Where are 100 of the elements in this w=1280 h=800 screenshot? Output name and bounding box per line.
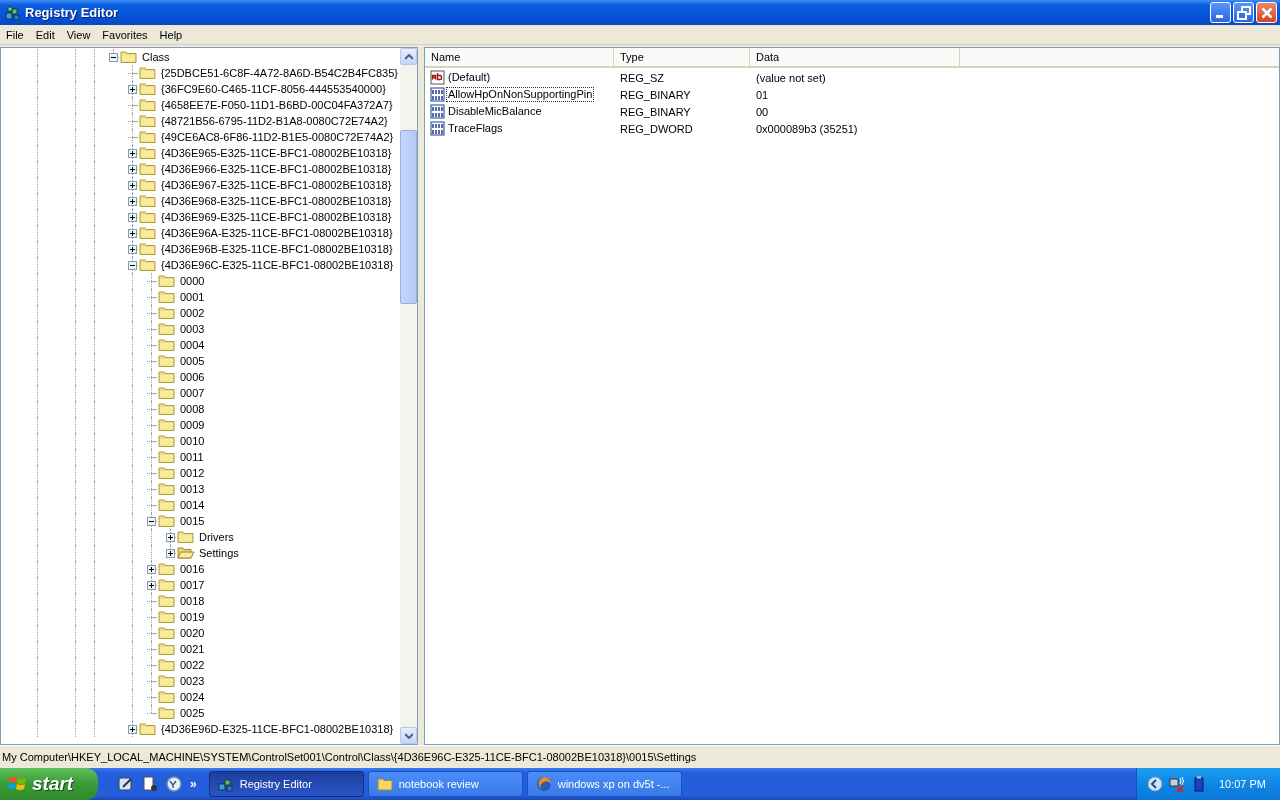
tree-item[interactable]: {4D36E96C-E325-11CE-BFC1-08002BE10318} (159, 258, 396, 272)
chevron-left-icon[interactable] (1146, 776, 1163, 792)
tree-item[interactable]: {4D36E96D-E325-11CE-BFC1-08002BE10318} (159, 722, 396, 736)
tree-item[interactable]: 0022 (178, 658, 207, 672)
quick-launch-chevron[interactable]: » (190, 777, 197, 791)
tree-item[interactable]: 0006 (178, 370, 207, 384)
expand-box[interactable] (128, 148, 137, 158)
column-header[interactable]: Name (425, 48, 614, 66)
tree-item[interactable]: Settings (197, 546, 241, 560)
tree-item[interactable]: 0004 (178, 338, 207, 352)
taskbar-button[interactable]: windows xp on dv5t -... (526, 771, 682, 797)
close-button[interactable] (1256, 2, 1277, 23)
expand-box[interactable] (128, 244, 137, 254)
value-data: 00 (755, 105, 770, 118)
start-button[interactable]: start (0, 768, 98, 800)
tree-item[interactable]: 0009 (178, 418, 207, 432)
value-name[interactable]: (Default) (446, 70, 493, 85)
document-gear-icon[interactable] (142, 776, 158, 792)
menu-item[interactable]: Edit (29, 26, 61, 43)
tree-item[interactable]: 0018 (178, 594, 207, 608)
menu-item[interactable]: View (60, 26, 97, 43)
column-header[interactable]: Data (750, 48, 960, 66)
expand-box[interactable] (128, 228, 137, 238)
menu-item[interactable]: Favorites (96, 26, 154, 43)
value-data: (value not set) (755, 71, 827, 84)
value-name[interactable]: AllowHpOnNonSupportingPin (446, 87, 595, 102)
tree-item[interactable]: {25DBCE51-6C8F-4A72-8A6D-B54C2B4FC835} (158, 66, 400, 80)
tree-item[interactable]: 0008 (178, 402, 207, 416)
desktop-pencil-icon[interactable] (118, 776, 134, 792)
collapse-box[interactable] (147, 516, 156, 526)
minimize-icon (1215, 15, 1223, 18)
network-disconnected-icon[interactable] (1168, 776, 1185, 792)
tree-item[interactable]: Class (140, 50, 172, 64)
value-type: REG_DWORD (619, 122, 694, 135)
circle-logo-icon[interactable] (166, 776, 182, 792)
tree-item[interactable]: 0021 (178, 642, 207, 656)
tree-item[interactable]: {4D36E96A-E325-11CE-BFC1-08002BE10318} (159, 226, 395, 240)
expand-box[interactable] (128, 84, 137, 94)
tree-item[interactable]: {4D36E969-E325-11CE-BFC1-08002BE10318} (159, 210, 394, 224)
expand-box[interactable] (147, 580, 156, 590)
tree-item[interactable]: {4D36E968-E325-11CE-BFC1-08002BE10318} (159, 194, 394, 208)
expand-box[interactable] (128, 196, 137, 206)
menu-item[interactable]: File (0, 26, 30, 43)
value-name[interactable]: TraceFlags (446, 121, 505, 136)
tree-item[interactable]: {4658EE7E-F050-11D1-B6BD-00C04FA372A7} (159, 98, 395, 112)
expand-box[interactable] (147, 564, 156, 574)
windows-flag-icon (8, 775, 28, 793)
expand-box[interactable] (128, 164, 137, 174)
tree-item[interactable]: 0013 (178, 482, 207, 496)
minimize-button[interactable] (1210, 2, 1231, 23)
expand-box[interactable] (128, 724, 137, 734)
expand-box[interactable] (166, 548, 175, 558)
expand-box[interactable] (128, 180, 137, 190)
tree-item[interactable]: 0025 (178, 706, 207, 720)
menu-item[interactable]: Help (153, 26, 189, 43)
scroll-down-button[interactable] (400, 727, 417, 744)
tree-item[interactable]: 0001 (178, 290, 207, 304)
tree-item[interactable]: 0019 (178, 610, 207, 624)
tree-item[interactable]: 0000 (178, 274, 207, 288)
scroll-up-button[interactable] (400, 48, 417, 65)
tree-item[interactable]: {49CE6AC8-6F86-11D2-B1E5-0080C72E74A2} (159, 130, 396, 144)
tree-item[interactable]: 0015 (178, 514, 207, 528)
registry-cubes-icon (5, 4, 21, 21)
tree-item[interactable]: {4D36E965-E325-11CE-BFC1-08002BE10318} (159, 146, 394, 160)
value-name[interactable]: DisableMicBalance (446, 104, 544, 119)
taskbar-button[interactable]: notebook review (367, 771, 523, 797)
vertical-scrollbar[interactable] (400, 48, 417, 744)
collapse-box[interactable] (128, 260, 137, 270)
tree-item[interactable]: 0017 (178, 578, 207, 592)
tree-item[interactable]: 0020 (178, 626, 207, 640)
tree-item[interactable]: {36FC9E60-C465-11CF-8056-444553540000} (159, 82, 388, 96)
chevron-down-icon (404, 732, 413, 739)
tree-item[interactable]: 0023 (178, 674, 207, 688)
tree-item[interactable]: 0005 (178, 354, 207, 368)
restore-button[interactable] (1233, 2, 1254, 23)
column-header[interactable]: Type (614, 48, 750, 66)
tree-item[interactable]: {4D36E966-E325-11CE-BFC1-08002BE10318} (159, 162, 394, 176)
tree-item[interactable]: 0010 (178, 434, 207, 448)
restore-icon (1236, 5, 1251, 20)
collapse-box[interactable] (109, 52, 118, 62)
tree-item[interactable]: 0016 (178, 562, 207, 576)
tree-item[interactable]: {4D36E96B-E325-11CE-BFC1-08002BE10318} (159, 242, 395, 256)
tree-item[interactable]: 0007 (178, 386, 207, 400)
tree-item[interactable]: 0012 (178, 466, 207, 480)
taskbar-button[interactable]: Registry Editor (208, 771, 364, 797)
tree-item[interactable]: Drivers (197, 530, 236, 544)
expand-box[interactable] (128, 212, 137, 222)
scroll-thumb[interactable] (400, 130, 417, 304)
chevron-up-icon (404, 53, 413, 60)
tree-item[interactable]: 0003 (178, 322, 207, 336)
tree-item[interactable]: {48721B56-6795-11D2-B1A8-0080C72E74A2} (159, 114, 390, 128)
tree-item[interactable]: 0014 (178, 498, 207, 512)
tree-item[interactable]: 0024 (178, 690, 207, 704)
value-data: 01 (755, 88, 770, 101)
window-title: Registry Editor (25, 5, 120, 20)
tree-item[interactable]: {4D36E967-E325-11CE-BFC1-08002BE10318} (159, 178, 394, 192)
clock: 10:07 PM (1218, 778, 1266, 790)
tree-item[interactable]: 0011 (178, 450, 206, 464)
expand-box[interactable] (166, 532, 175, 542)
tree-item[interactable]: 0002 (178, 306, 207, 320)
